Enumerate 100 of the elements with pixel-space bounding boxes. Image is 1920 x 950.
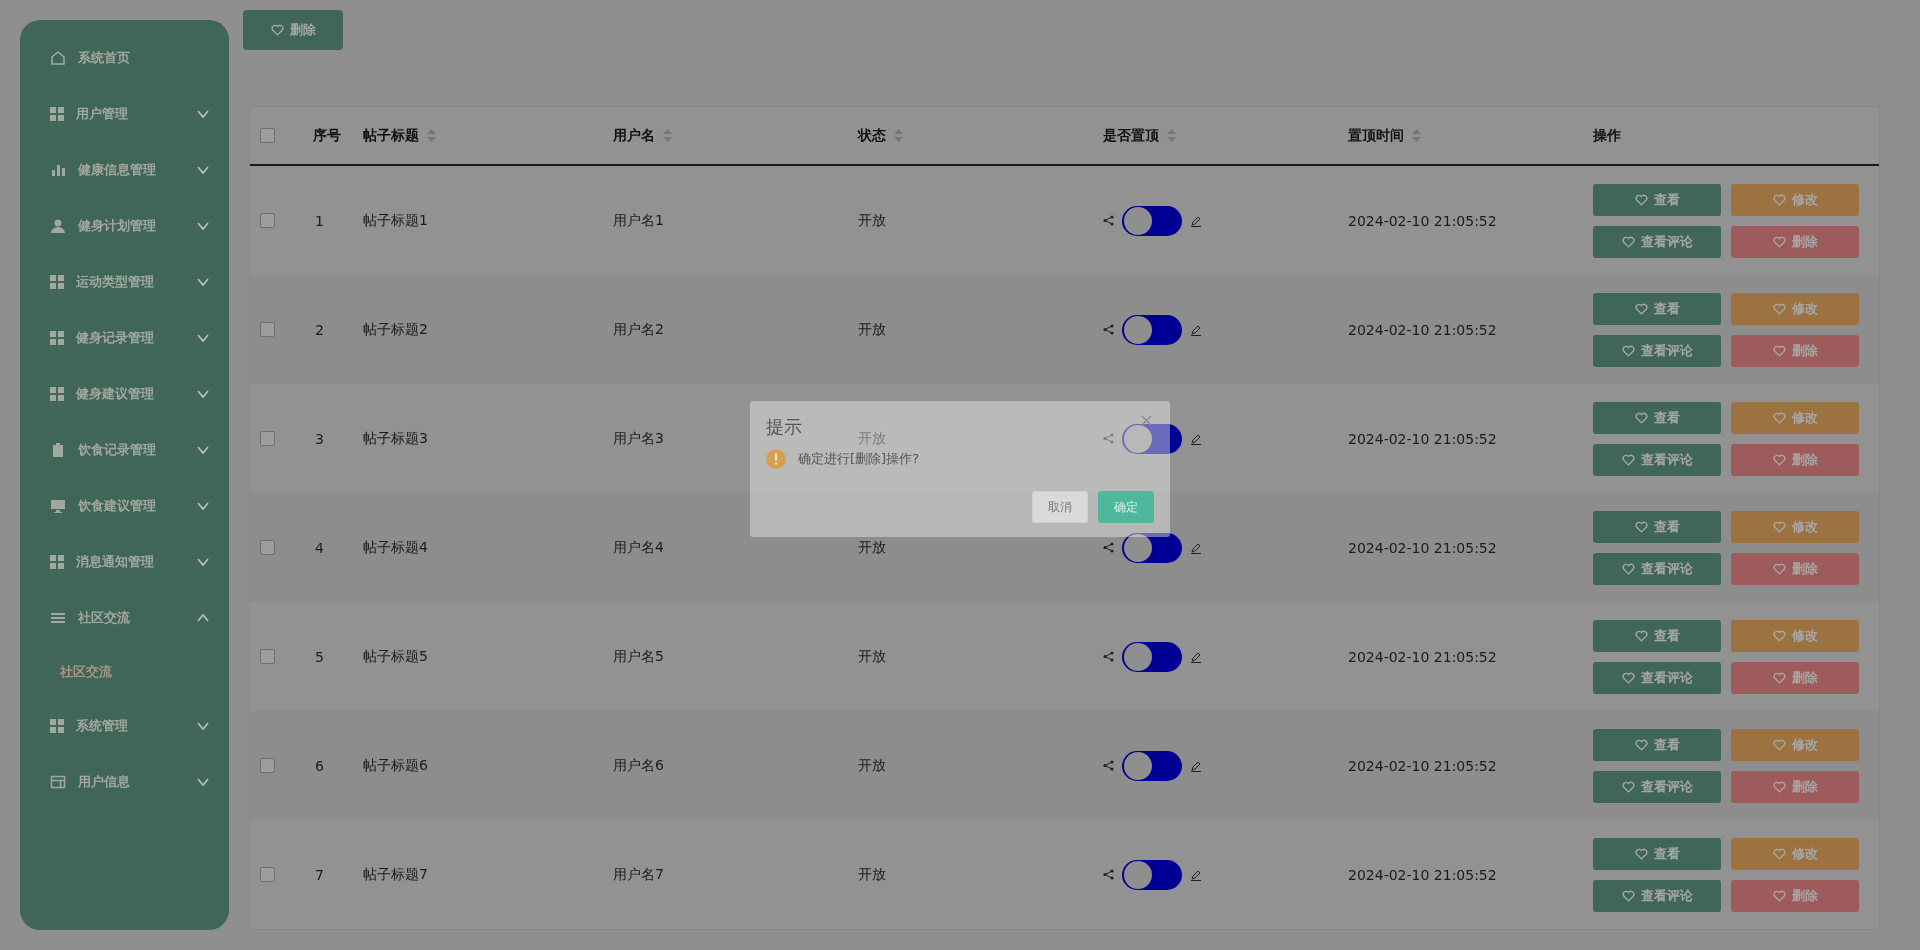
table-cell: 1 — [315, 212, 324, 229]
delete-button[interactable]: 删除 — [1731, 334, 1859, 367]
heart-icon — [1772, 520, 1786, 533]
share-icon[interactable] — [1103, 651, 1114, 662]
heart-icon — [1634, 411, 1648, 424]
toggle-switch[interactable] — [1122, 314, 1182, 345]
sidebar-item[interactable]: 运动类型管理 — [20, 254, 229, 310]
toggle-switch[interactable] — [1122, 532, 1182, 563]
view-button[interactable]: 查看评论 — [1593, 879, 1721, 912]
heart-icon — [1621, 780, 1635, 793]
edit-button[interactable]: 修改 — [1731, 401, 1859, 434]
pen-icon[interactable] — [1190, 432, 1202, 445]
view-button[interactable]: 查看评论 — [1593, 661, 1721, 694]
share-icon[interactable] — [1103, 542, 1114, 553]
table-cell: 帖子标题7 — [363, 865, 428, 884]
sidebar-item[interactable]: 健康信息管理 — [20, 142, 229, 198]
edit-button[interactable]: 修改 — [1731, 837, 1859, 870]
pen-icon[interactable] — [1190, 323, 1202, 336]
delete-button[interactable]: 删除 — [1731, 225, 1859, 258]
sidebar-item[interactable]: 系统首页 — [20, 30, 229, 86]
share-icon[interactable] — [1103, 869, 1114, 880]
checkbox[interactable] — [260, 431, 275, 446]
view-button[interactable]: 查看评论 — [1593, 443, 1721, 476]
table-cell: 帖子标题1 — [363, 211, 428, 230]
pen-icon[interactable] — [1190, 759, 1202, 772]
view-button[interactable]: 查看 — [1593, 183, 1721, 216]
edit-button[interactable]: 修改 — [1731, 183, 1859, 216]
edit-button[interactable]: 修改 — [1731, 292, 1859, 325]
sidebar-item[interactable]: 饮食记录管理 — [20, 422, 229, 478]
delete-button[interactable]: 删除 — [1731, 770, 1859, 803]
edit-button[interactable]: 修改 — [1731, 510, 1859, 543]
checkbox[interactable] — [260, 322, 275, 337]
heart-icon — [1772, 629, 1786, 642]
sidebar-item[interactable]: 健身建议管理 — [20, 366, 229, 422]
view-button[interactable]: 查看 — [1593, 837, 1721, 870]
view-button[interactable]: 查看 — [1593, 728, 1721, 761]
sidebar-item[interactable]: 饮食建议管理 — [20, 478, 229, 534]
sort-icon — [1412, 129, 1421, 142]
sort-icon — [894, 129, 903, 142]
heart-icon — [1772, 847, 1786, 860]
table-cell: 用户名7 — [613, 865, 664, 884]
home-icon — [50, 50, 66, 66]
edit-button[interactable]: 修改 — [1731, 619, 1859, 652]
table-cell: 开放 — [858, 538, 886, 557]
checkbox[interactable] — [260, 213, 275, 228]
cancel-button[interactable]: 取消 — [1032, 491, 1088, 523]
checkbox[interactable] — [260, 867, 275, 882]
checkbox[interactable] — [260, 649, 275, 664]
column-header: 操作 — [1593, 126, 1621, 145]
delete-button[interactable]: 删除 — [1731, 661, 1859, 694]
view-button[interactable]: 查看评论 — [1593, 770, 1721, 803]
toggle-switch[interactable] — [1122, 859, 1182, 890]
menu-icon — [50, 610, 66, 626]
sidebar-item[interactable]: 用户管理 — [20, 86, 229, 142]
heart-icon — [1772, 193, 1786, 206]
heart-icon — [1772, 889, 1786, 902]
share-icon[interactable] — [1103, 760, 1114, 771]
pen-icon[interactable] — [1190, 868, 1202, 881]
pen-icon[interactable] — [1190, 214, 1202, 227]
sidebar-subitem[interactable]: 社区交流 — [20, 646, 229, 698]
view-button[interactable]: 查看 — [1593, 401, 1721, 434]
table-cell: 4 — [315, 539, 324, 556]
sidebar-item[interactable]: 健身记录管理 — [20, 310, 229, 366]
sidebar-item[interactable]: 消息通知管理 — [20, 534, 229, 590]
view-button[interactable]: 查看 — [1593, 292, 1721, 325]
checkbox[interactable] — [260, 758, 275, 773]
sidebar-item[interactable]: 社区交流 — [20, 590, 229, 646]
delete-button[interactable]: 删除 — [1731, 552, 1859, 585]
checkbox[interactable] — [260, 540, 275, 555]
delete-button[interactable]: 删除 — [243, 10, 343, 50]
sidebar-item[interactable]: 健身计划管理 — [20, 198, 229, 254]
view-button[interactable]: 查看 — [1593, 510, 1721, 543]
card-icon — [50, 774, 66, 790]
heart-icon — [1621, 344, 1635, 357]
pen-icon[interactable] — [1190, 650, 1202, 663]
sidebar-item[interactable]: 用户信息 — [20, 754, 229, 810]
delete-button[interactable]: 删除 — [1731, 879, 1859, 912]
toggle-switch[interactable] — [1122, 205, 1182, 236]
share-icon[interactable] — [1103, 324, 1114, 335]
view-button[interactable]: 查看 — [1593, 619, 1721, 652]
delete-button[interactable]: 删除 — [1731, 443, 1859, 476]
sidebar-item[interactable]: 系统管理 — [20, 698, 229, 754]
toggle-switch[interactable] — [1122, 423, 1182, 454]
view-button[interactable]: 查看评论 — [1593, 334, 1721, 367]
edit-button[interactable]: 修改 — [1731, 728, 1859, 761]
column-header: 置顶时间 — [1348, 126, 1404, 145]
toggle-switch[interactable] — [1122, 750, 1182, 781]
column-header: 状态 — [858, 126, 886, 145]
share-icon[interactable] — [1103, 215, 1114, 226]
grid-icon — [50, 387, 64, 401]
confirm-button[interactable]: 确定 — [1098, 491, 1154, 523]
table-cell: 帖子标题3 — [363, 429, 428, 448]
pen-icon[interactable] — [1190, 541, 1202, 554]
view-button[interactable]: 查看评论 — [1593, 225, 1721, 258]
toggle-switch[interactable] — [1122, 641, 1182, 672]
checkbox[interactable] — [260, 128, 275, 143]
user-icon — [50, 218, 66, 234]
heart-icon — [1634, 629, 1648, 642]
view-button[interactable]: 查看评论 — [1593, 552, 1721, 585]
dialog-title: 提示 — [766, 415, 802, 439]
